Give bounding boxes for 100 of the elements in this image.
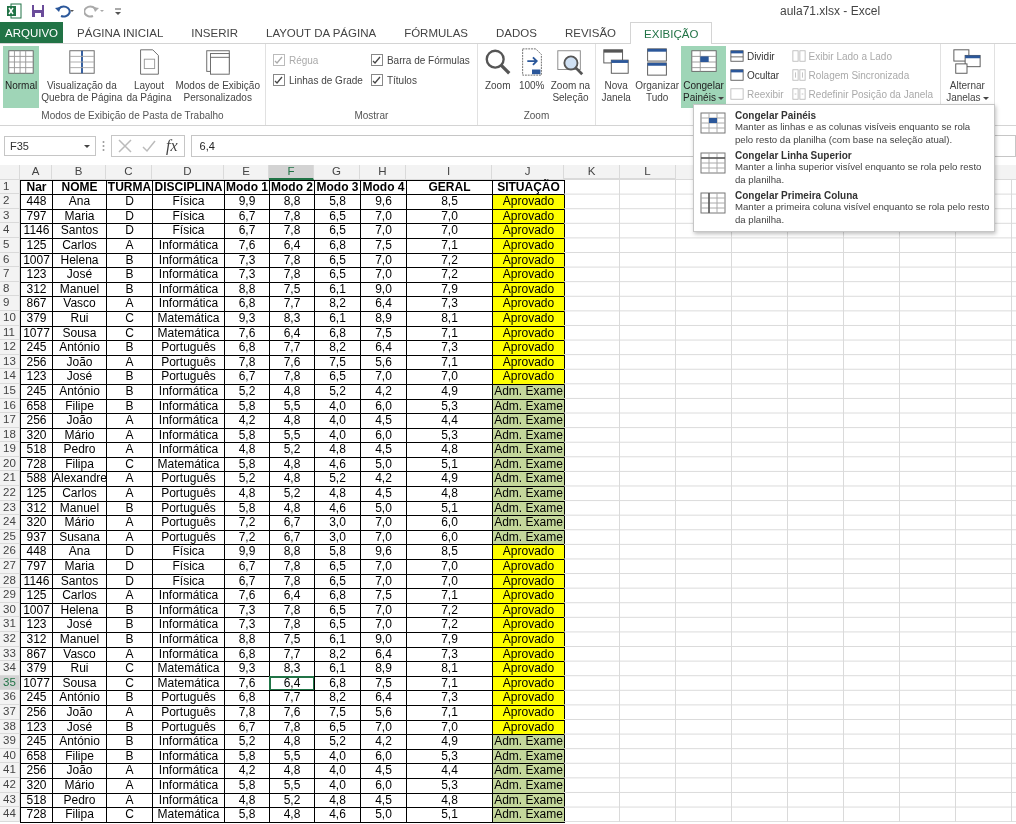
windows-icon: [601, 47, 632, 77]
status-cell: Aprovado: [492, 369, 565, 385]
group-label: Zoom: [523, 110, 550, 121]
ribbon-button[interactable]: Nova Janela: [599, 46, 634, 108]
table-cell: Filipa: [52, 807, 107, 823]
column-header[interactable]: K: [564, 165, 620, 179]
table-cell: 7,7: [269, 690, 315, 706]
checkbox[interactable]: Linhas de Grade: [272, 74, 363, 86]
row-header[interactable]: 12: [0, 340, 20, 355]
save-icon[interactable]: [30, 3, 46, 19]
row-header[interactable]: 26: [0, 544, 20, 560]
column-header[interactable]: A: [20, 165, 52, 180]
status-cell: Aprovado: [492, 223, 565, 239]
magnifier-grid-icon: [555, 47, 586, 77]
table-cell: C: [106, 807, 153, 823]
checkbox-box[interactable]: [272, 74, 285, 86]
name-box[interactable]: F35: [4, 136, 96, 156]
column-header[interactable]: G: [314, 165, 360, 180]
row-header[interactable]: 14: [0, 369, 20, 384]
ribbon-button[interactable]: Zoom na Seleção: [548, 46, 593, 108]
column-header[interactable]: B: [52, 165, 106, 180]
row-header[interactable]: 2: [0, 194, 20, 209]
row-header[interactable]: 19: [0, 442, 20, 457]
checkbox-box[interactable]: [370, 74, 383, 86]
ribbon-tab[interactable]: FÓRMULAS: [390, 22, 483, 43]
ribbon-button[interactable]: 100%: [514, 46, 549, 108]
ribbon-tab[interactable]: REVISÃO: [550, 22, 631, 43]
switch-windows-icon: [952, 47, 983, 77]
ribbon-button[interactable]: Layout da Página: [124, 46, 174, 108]
table-cell: 4,8: [269, 807, 315, 823]
row-header[interactable]: 17: [0, 413, 20, 428]
column-header[interactable]: C: [106, 165, 152, 180]
row-header[interactable]: 39: [0, 734, 20, 749]
column-header[interactable]: H: [360, 165, 406, 180]
status-cell: Adm. Exame: [492, 486, 565, 502]
row-header[interactable]: 21: [0, 471, 20, 487]
row-header[interactable]: 29: [0, 588, 20, 603]
checkbox-box[interactable]: [370, 54, 383, 66]
ribbon-tab[interactable]: EXIBIÇÃO: [630, 22, 713, 44]
row-header[interactable]: 36: [0, 690, 20, 705]
ribbon-tab[interactable]: INSERIR: [177, 22, 252, 43]
table-cell: Matemática: [152, 807, 225, 823]
row-header[interactable]: 7: [0, 267, 20, 282]
row-header[interactable]: 9: [0, 296, 20, 311]
ribbon-button[interactable]: Congelar Painéis: [681, 46, 726, 108]
status-cell: Aprovado: [492, 690, 565, 706]
table-cell: 5,0: [360, 807, 407, 823]
column-header[interactable]: I: [406, 165, 492, 180]
table-cell: 1007: [20, 252, 53, 269]
table-cell: 4,6: [314, 807, 361, 823]
ribbon-button[interactable]: Modos de Exibição Personalizados: [173, 46, 262, 108]
row-header[interactable]: 44: [0, 807, 20, 822]
table-cell: 6,4: [269, 675, 315, 692]
status-cell: Adm. Exame: [492, 807, 565, 823]
column-header[interactable]: E: [224, 165, 269, 180]
status-cell: Aprovado: [492, 194, 565, 210]
row-header[interactable]: 22: [0, 486, 20, 501]
ribbon-button[interactable]: Ocultar: [729, 67, 784, 83]
ribbon-button[interactable]: Dividir: [729, 48, 784, 64]
status-cell: Adm. Exame: [492, 413, 565, 429]
menu-item-title[interactable]: Congelar Painéis: [735, 110, 990, 121]
split-window-icon: [729, 49, 744, 63]
row-header[interactable]: 41: [0, 763, 20, 778]
freeze-panes-icon: [700, 192, 726, 214]
status-cell: Aprovado: [492, 544, 565, 561]
status-cell: Aprovado: [492, 559, 565, 575]
file-tab[interactable]: ARQUIVO: [0, 22, 64, 43]
undo-icon[interactable]: [54, 3, 76, 19]
table-cell: 1077: [20, 675, 53, 692]
column-header[interactable]: L: [620, 165, 676, 179]
status-cell: Adm. Exame: [492, 763, 565, 779]
group-label: Mostrar: [354, 110, 389, 121]
insert-function-button[interactable]: fx: [166, 137, 178, 155]
ribbon-button[interactable]: Zoom: [480, 46, 515, 108]
status-cell: Aprovado: [492, 617, 565, 633]
row-header[interactable]: 31: [0, 617, 20, 632]
menu-item-title[interactable]: Congelar Primeira Coluna: [735, 190, 990, 201]
ribbon-button[interactable]: Organizar Tudo: [633, 46, 682, 108]
page-grid-icon: [66, 47, 97, 77]
ribbon-button[interactable]: Normal: [3, 46, 40, 108]
ribbon-tab[interactable]: LAYOUT DA PÁGINA: [252, 22, 391, 43]
row-header[interactable]: 34: [0, 661, 20, 676]
row-header[interactable]: 27: [0, 559, 20, 574]
checkbox[interactable]: Títulos: [370, 74, 470, 86]
window-icon: [729, 68, 744, 82]
column-header[interactable]: D: [152, 165, 224, 180]
check-icon[interactable]: [142, 139, 156, 153]
column-header[interactable]: J: [492, 165, 564, 180]
grid-icon: [6, 47, 37, 77]
status-cell: Aprovado: [492, 267, 565, 283]
row-header[interactable]: 4: [0, 223, 20, 238]
ribbon-button[interactable]: Visualização da Quebra de Página: [39, 46, 125, 108]
ribbon-tab[interactable]: DADOS: [482, 22, 551, 43]
column-header[interactable]: F: [269, 165, 314, 180]
checkbox[interactable]: Barra de Fórmulas: [370, 54, 470, 66]
table-cell: 1077: [20, 325, 53, 342]
ribbon-tab[interactable]: PÁGINA INICIAL: [63, 22, 178, 43]
row-header[interactable]: 32: [0, 632, 20, 647]
row-header[interactable]: 24: [0, 515, 20, 530]
status-cell: Aprovado: [492, 632, 565, 648]
